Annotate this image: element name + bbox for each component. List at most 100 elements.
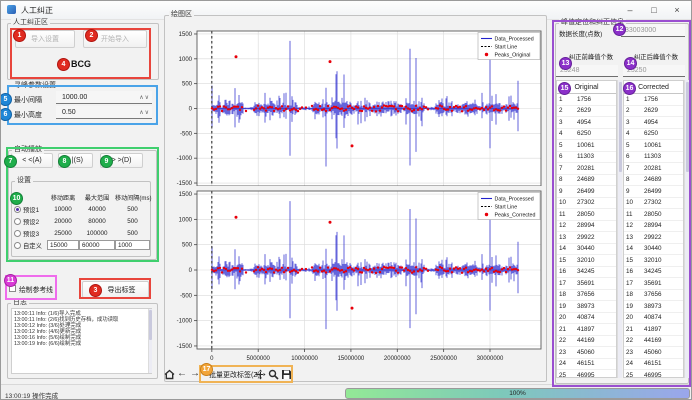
preset-radio[interactable]: [14, 230, 21, 237]
table-row[interactable]: 34954: [557, 117, 616, 129]
table-row[interactable]: 1532010: [624, 255, 683, 267]
min-height-spinner[interactable]: 0.50 ∧∨: [56, 106, 152, 119]
start-import-button[interactable]: 开始导入: [83, 30, 147, 48]
preset-row-name[interactable]: 预设3: [14, 229, 47, 238]
autoplay-pause-button[interactable]: | |(S): [58, 153, 93, 168]
table-row[interactable]: 926499: [557, 186, 616, 198]
corrected-table[interactable]: Corrected 117562262934954462505100616113…: [623, 80, 684, 378]
table-row[interactable]: 2546995: [624, 370, 683, 378]
table-row[interactable]: 11756: [557, 94, 616, 106]
svg-text:25000000: 25000000: [430, 356, 457, 362]
preset-row-name[interactable]: 预设2: [14, 217, 47, 226]
chart-peaks-original[interactable]: 150010005000-500-1000-1500Data_Processed…: [164, 21, 547, 186]
preset-row-name[interactable]: 预设1: [14, 205, 47, 214]
original-table[interactable]: Original 1175622629349544625051006161130…: [556, 80, 617, 378]
import-settings-button[interactable]: 导入设置: [15, 30, 75, 48]
maximize-button[interactable]: □: [643, 3, 665, 17]
autoplay-next-button[interactable]: > >(D): [100, 153, 143, 168]
table-row[interactable]: 1837656: [624, 290, 683, 302]
table-row[interactable]: 1837656: [557, 290, 616, 302]
table-row[interactable]: 2546995: [557, 370, 616, 378]
table-row[interactable]: 11756: [624, 94, 683, 106]
ref-line-checkbox[interactable]: [9, 285, 16, 292]
table-row[interactable]: 22629: [557, 106, 616, 118]
table-row[interactable]: 1430440: [624, 244, 683, 256]
table-row[interactable]: 2141897: [557, 324, 616, 336]
table-row[interactable]: 824689: [624, 175, 683, 187]
table-row[interactable]: 1634245: [624, 267, 683, 279]
table-row[interactable]: 2040874: [624, 313, 683, 325]
svg-text:0: 0: [210, 356, 214, 362]
table-row[interactable]: 1532010: [557, 255, 616, 267]
table-row[interactable]: 1027302: [557, 198, 616, 210]
table-row[interactable]: 720281: [624, 163, 683, 175]
table-row[interactable]: 1329922: [624, 232, 683, 244]
table-row[interactable]: 1735691: [624, 278, 683, 290]
save-icon[interactable]: [280, 368, 292, 380]
app-icon: [7, 5, 16, 14]
table-row[interactable]: 1228994: [624, 221, 683, 233]
log-scrollbar[interactable]: [148, 309, 152, 373]
original-table-scrollbar[interactable]: [617, 80, 622, 378]
table-row[interactable]: 510061: [624, 140, 683, 152]
table-row[interactable]: 2244169: [557, 336, 616, 348]
corrected-table-scrollbar[interactable]: [684, 80, 689, 378]
table-row[interactable]: 2446151: [624, 359, 683, 371]
preset-value: 100000: [79, 230, 115, 237]
table-row[interactable]: 1634245: [557, 267, 616, 279]
svg-text:Data_Processed: Data_Processed: [495, 37, 534, 43]
table-row[interactable]: 46250: [557, 129, 616, 141]
spinner-chevrons-icon[interactable]: ∧∨: [139, 94, 150, 101]
corrected-table-header: Corrected: [624, 81, 683, 94]
table-row[interactable]: 2345060: [557, 347, 616, 359]
minimize-button[interactable]: –: [619, 3, 641, 17]
plot-area-group-label: 绘图区: [169, 11, 194, 19]
preset-row-name[interactable]: 自定义: [14, 241, 47, 250]
table-row[interactable]: 2244169: [624, 336, 683, 348]
table-row[interactable]: 1735691: [557, 278, 616, 290]
table-row[interactable]: 611303: [624, 152, 683, 164]
table-row[interactable]: 824689: [557, 175, 616, 187]
table-row[interactable]: 2446151: [557, 359, 616, 371]
chart-peaks-corrected[interactable]: 150010005000-500-1000-150005000000100000…: [164, 186, 547, 364]
table-row[interactable]: 22629: [624, 106, 683, 118]
table-row[interactable]: 1938973: [624, 301, 683, 313]
batch-edit-labels-button[interactable]: 批量更改标签(Z): [209, 370, 260, 380]
table-row[interactable]: 2345060: [624, 347, 683, 359]
zoom-icon[interactable]: [267, 368, 279, 380]
min-interval-spinner[interactable]: 1000.00 ∧∨: [56, 91, 152, 104]
table-row[interactable]: 1128050: [624, 209, 683, 221]
table-row[interactable]: 34954: [624, 117, 683, 129]
table-row[interactable]: 1938973: [557, 301, 616, 313]
table-row[interactable]: 1430440: [557, 244, 616, 256]
table-row[interactable]: 2040874: [557, 313, 616, 325]
export-labels-button[interactable]: 导出标签: [82, 281, 149, 298]
svg-text:10000000: 10000000: [291, 356, 318, 362]
preset-radio[interactable]: [14, 242, 21, 249]
spinner-chevrons-icon[interactable]: ∧∨: [139, 109, 150, 116]
preset-custom-input[interactable]: [47, 240, 79, 250]
table-row[interactable]: 1228994: [557, 221, 616, 233]
autoplay-prev-button[interactable]: < <(A): [11, 153, 53, 168]
table-row[interactable]: 611303: [557, 152, 616, 164]
table-row[interactable]: 2141897: [624, 324, 683, 336]
table-row[interactable]: 720281: [557, 163, 616, 175]
table-row[interactable]: 1027302: [624, 198, 683, 210]
table-row[interactable]: 926499: [624, 186, 683, 198]
preset-radio[interactable]: [14, 206, 21, 213]
home-icon[interactable]: [163, 368, 175, 380]
forward-icon[interactable]: →: [189, 367, 201, 379]
preset-radio[interactable]: [14, 218, 21, 225]
back-icon[interactable]: ←: [176, 367, 188, 379]
close-button[interactable]: ×: [666, 3, 688, 17]
table-row[interactable]: 1128050: [557, 209, 616, 221]
table-row[interactable]: 510061: [557, 140, 616, 152]
log-group-label: 日志: [11, 299, 29, 307]
table-row[interactable]: 46250: [624, 129, 683, 141]
svg-text:1000: 1000: [179, 217, 193, 223]
pan-icon[interactable]: [254, 368, 266, 380]
table-row[interactable]: 1329922: [557, 232, 616, 244]
peak-info-group-label: 峰值定位和纠正信息: [559, 19, 626, 27]
preset-custom-input[interactable]: [115, 240, 150, 250]
preset-custom-input[interactable]: [79, 240, 115, 250]
